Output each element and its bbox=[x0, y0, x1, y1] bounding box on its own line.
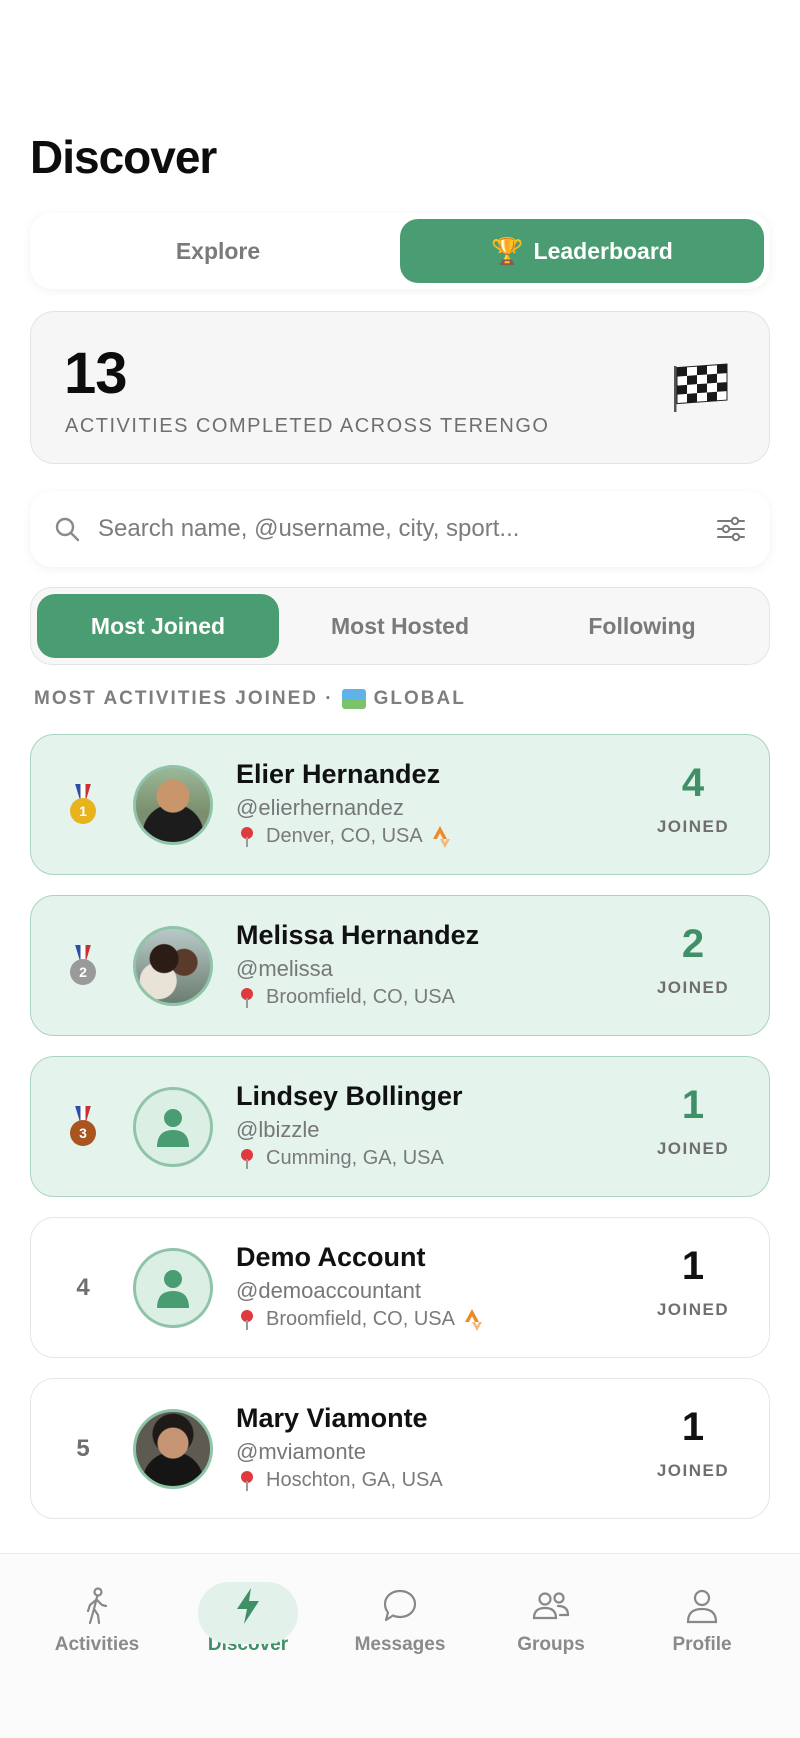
tab-following-label: Following bbox=[588, 612, 696, 639]
person-icon bbox=[157, 1109, 189, 1147]
user-location: Cumming, GA, USA bbox=[236, 1147, 444, 1170]
tab-most-hosted[interactable]: Most Hosted bbox=[279, 594, 521, 658]
avatar-placeholder[interactable] bbox=[133, 1087, 213, 1167]
tab-leaderboard[interactable]: 🏆 Leaderboard bbox=[400, 219, 764, 283]
section-label-left: MOST ACTIVITIES JOINED · bbox=[34, 688, 334, 709]
rank-number: 5 bbox=[76, 1434, 90, 1462]
user-location: Hoschton, GA, USA bbox=[236, 1469, 443, 1492]
user-location: Denver, CO, USA bbox=[236, 825, 451, 848]
leaderboard-row[interactable]: 3 Lindsey Bollinger @lbizzle Cumming, GA… bbox=[30, 1056, 770, 1197]
rank-medal: 3 bbox=[65, 1057, 101, 1196]
location-pin-icon bbox=[240, 826, 254, 847]
user-name: Demo Account bbox=[236, 1242, 426, 1272]
tab-discover[interactable]: Discover bbox=[188, 1582, 308, 1672]
user-handle: @demoaccountant bbox=[236, 1278, 422, 1303]
rank-medal: 2 bbox=[65, 896, 101, 1035]
ranking-filter-control: Most Joined Most Hosted Following bbox=[30, 587, 770, 665]
tab-messages-label: Messages bbox=[354, 1634, 446, 1655]
avatar[interactable] bbox=[133, 765, 213, 845]
location-pin-icon bbox=[240, 1148, 254, 1169]
user-name: Melissa Hernandez bbox=[236, 920, 480, 950]
checkered-flag-icon bbox=[674, 363, 728, 412]
tab-most-joined-label: Most Joined bbox=[90, 612, 226, 639]
joined-unit: JOINED bbox=[656, 1300, 730, 1319]
tab-activities[interactable]: Activities bbox=[37, 1582, 157, 1672]
tab-groups-label: Groups bbox=[517, 1634, 585, 1655]
user-name: Mary Viamonte bbox=[236, 1403, 428, 1433]
location-text: Broomfield, CO, USA bbox=[266, 1308, 455, 1330]
tab-explore-label: Explore bbox=[175, 237, 261, 264]
tab-groups[interactable]: Groups bbox=[491, 1582, 611, 1672]
tab-most-hosted-label: Most Hosted bbox=[331, 612, 469, 639]
location-text: Broomfield, CO, USA bbox=[266, 986, 455, 1008]
trophy-icon: 🏆 bbox=[491, 235, 524, 266]
user-name: Elier Hernandez bbox=[236, 759, 441, 789]
filter-sliders-icon[interactable] bbox=[716, 516, 746, 542]
chat-bubble-icon bbox=[383, 1589, 417, 1622]
search-input[interactable] bbox=[98, 515, 716, 543]
stats-label: ACTIVITIES COMPLETED ACROSS TERENGO bbox=[65, 415, 550, 437]
leaderboard-row[interactable]: 1 Elier Hernandez @elierhernandez Denver… bbox=[30, 734, 770, 875]
search-icon bbox=[55, 517, 80, 542]
stats-card: 13 ACTIVITIES COMPLETED ACROSS TERENGO bbox=[30, 311, 770, 464]
location-text: Denver, CO, USA bbox=[266, 825, 423, 847]
joined-unit: JOINED bbox=[656, 1139, 730, 1158]
search-bar bbox=[30, 491, 770, 567]
user-name: Lindsey Bollinger bbox=[236, 1081, 463, 1111]
stats-count: 13 bbox=[64, 341, 128, 406]
section-label: MOST ACTIVITIES JOINED · GLOBAL bbox=[34, 688, 466, 710]
joined-unit: JOINED bbox=[656, 1461, 730, 1480]
tab-following[interactable]: Following bbox=[521, 594, 763, 658]
location-text: Hoschton, GA, USA bbox=[266, 1469, 443, 1491]
joined-count: 1 bbox=[681, 1083, 705, 1127]
leaderboard-row[interactable]: 5 Mary Viamonte @mviamonte Hoschton, GA,… bbox=[30, 1378, 770, 1519]
user-location: Broomfield, CO, USA bbox=[236, 986, 455, 1009]
user-handle: @lbizzle bbox=[236, 1117, 320, 1142]
joined-count: 2 bbox=[681, 922, 705, 966]
location-pin-icon bbox=[240, 1309, 254, 1330]
tab-most-joined[interactable]: Most Joined bbox=[37, 594, 279, 658]
strava-icon bbox=[432, 825, 450, 848]
location-pin-icon bbox=[240, 1470, 254, 1491]
joined-count: 1 bbox=[681, 1405, 705, 1449]
tab-profile[interactable]: Profile bbox=[642, 1582, 762, 1672]
avatar-placeholder[interactable] bbox=[133, 1248, 213, 1328]
strava-icon bbox=[464, 1308, 482, 1331]
tab-activities-label: Activities bbox=[54, 1634, 140, 1655]
joined-unit: JOINED bbox=[656, 817, 730, 836]
tab-messages[interactable]: Messages bbox=[340, 1582, 460, 1672]
joined-count: 4 bbox=[681, 761, 705, 805]
main-segmented-control: Explore 🏆 Leaderboard bbox=[30, 213, 770, 289]
user-location: Broomfield, CO, USA bbox=[236, 1308, 483, 1331]
location-pin-icon bbox=[240, 987, 254, 1008]
tab-profile-label: Profile bbox=[672, 1634, 732, 1655]
joined-count: 1 bbox=[681, 1244, 705, 1288]
tab-leaderboard-label: Leaderboard bbox=[533, 237, 673, 264]
person-icon bbox=[686, 1589, 718, 1624]
avatar[interactable] bbox=[133, 926, 213, 1006]
rank-medal: 1 bbox=[65, 735, 101, 874]
avatar[interactable] bbox=[133, 1409, 213, 1489]
page-title: Discover bbox=[30, 131, 217, 183]
leaderboard-row[interactable]: 2 Melissa Hernandez @melissa Broomfield,… bbox=[30, 895, 770, 1036]
person-icon bbox=[157, 1270, 189, 1308]
bottom-tab-bar: Activities Discover Messages Groups Prof… bbox=[0, 1553, 800, 1738]
joined-unit: JOINED bbox=[656, 978, 730, 997]
user-handle: @melissa bbox=[236, 956, 333, 981]
section-label-right: GLOBAL bbox=[373, 688, 466, 709]
people-icon bbox=[532, 1592, 570, 1620]
leaderboard-row[interactable]: 4 Demo Account @demoaccountant Broomfiel… bbox=[30, 1217, 770, 1358]
globe-map-icon bbox=[341, 689, 366, 709]
lightning-bolt-icon bbox=[237, 1588, 259, 1624]
user-handle: @elierhernandez bbox=[236, 795, 404, 820]
location-text: Cumming, GA, USA bbox=[266, 1147, 444, 1169]
rank-number: 4 bbox=[76, 1273, 90, 1301]
walking-person-icon bbox=[86, 1587, 108, 1625]
tab-explore[interactable]: Explore bbox=[36, 219, 400, 283]
gold-medal-icon: 1 bbox=[69, 783, 97, 826]
bronze-medal-icon: 3 bbox=[69, 1105, 97, 1148]
silver-medal-icon: 2 bbox=[69, 944, 97, 987]
user-handle: @mviamonte bbox=[236, 1439, 366, 1464]
